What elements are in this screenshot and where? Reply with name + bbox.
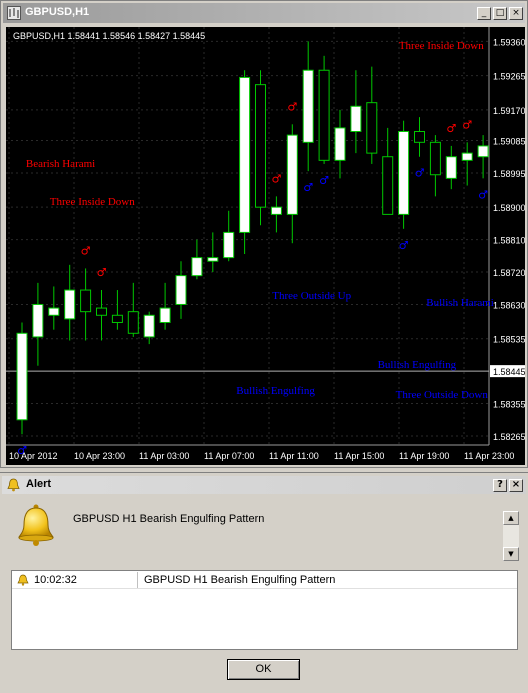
bull-candle: [64, 289, 76, 320]
minimize-button[interactable]: _: [477, 7, 491, 20]
current-price-label: 1.58445: [493, 367, 525, 377]
bell-icon: [18, 504, 54, 546]
bear-candle: [127, 311, 139, 334]
chart-window-title: GBPUSD,H1: [25, 6, 90, 18]
bullish-arrow-icon: ♂: [399, 239, 409, 252]
bull-candle: [302, 69, 314, 143]
chart-window: GBPUSD,H1 _ □ × 1.59360 1.59265 1.59170 1.5…: [0, 0, 528, 468]
restore-button[interactable]: □: [493, 7, 507, 20]
alert-title-bar[interactable]: Alert ? ×: [2, 476, 526, 494]
bull-candle: [207, 257, 219, 262]
bullish-pattern-label: Bullish Harami: [426, 297, 494, 309]
bull-candle: [334, 127, 346, 161]
price-tick-label: 1.58720: [493, 268, 525, 278]
scroll-track[interactable]: [503, 525, 519, 547]
scroll-down-button[interactable]: ▼: [503, 547, 519, 561]
bearish-arrow-icon: ♂: [446, 122, 456, 135]
time-tick-label: 11 Apr 11:00: [269, 451, 319, 461]
bull-candle: [159, 307, 171, 323]
bullish-pattern-label: Three Outside Down: [396, 389, 489, 401]
bullish-pattern-label: Bullish Engulfing: [378, 359, 457, 371]
bear-candle: [255, 84, 266, 208]
price-tick-label: 1.58995: [493, 169, 525, 179]
bearish-pattern-label: Three Inside Down: [399, 40, 484, 52]
bearish-arrow-icon: ♂: [287, 100, 297, 113]
log-message: GBPUSD H1 Bearish Engulfing Pattern: [144, 574, 336, 586]
bull-candle: [239, 76, 251, 233]
price-tick-label: 1.58355: [493, 400, 525, 410]
chart-window-icon: [7, 6, 21, 20]
ok-button[interactable]: OK: [227, 659, 300, 680]
bull-candle: [350, 105, 362, 133]
bull-candle: [461, 152, 473, 161]
time-tick-label: 11 Apr 03:00: [139, 451, 189, 461]
column-divider: [137, 572, 138, 588]
bearish-arrow-icon: ♂: [81, 244, 91, 257]
scroll-up-button[interactable]: ▲: [503, 511, 519, 525]
log-time: 10:02:32: [34, 574, 77, 586]
bullish-arrow-icon: ♂: [478, 188, 488, 201]
close-chart-button[interactable]: ×: [509, 7, 523, 20]
bull-candle: [16, 332, 28, 421]
bull-candle: [32, 303, 44, 338]
price-tick-label: 1.59170: [493, 106, 525, 116]
bear-candle: [80, 289, 92, 313]
bear-candle: [318, 69, 330, 161]
bull-candle: [286, 134, 298, 215]
bullish-arrow-icon: ♂: [415, 167, 425, 180]
time-tick-label: 11 Apr 19:00: [399, 451, 449, 461]
help-button[interactable]: ?: [493, 479, 507, 492]
bell-icon-small: [7, 478, 20, 492]
bear-candle: [111, 314, 123, 323]
bullish-arrow-icon: ♂: [303, 181, 313, 194]
time-tick-label: 11 Apr 15:00: [334, 451, 384, 461]
price-tick-label: 1.59085: [493, 137, 525, 147]
close-alert-button[interactable]: ×: [509, 479, 523, 492]
price-tick-label: 1.59265: [493, 72, 525, 82]
bull-candle: [398, 131, 410, 215]
bearish-pattern-label: Bearish Harami: [26, 158, 95, 170]
price-tick-label: 1.58535: [493, 335, 525, 345]
bullish-arrow-icon: ♂: [319, 174, 329, 187]
bear-candle: [366, 102, 378, 154]
bullish-pattern-label: Bullish Engulfing: [236, 385, 315, 397]
bull-candle: [143, 314, 155, 338]
time-tick-label: 10 Apr 23:00: [74, 451, 125, 461]
time-tick-label: 11 Apr 23:00: [464, 451, 514, 461]
bull-candle: [175, 275, 187, 305]
bull-candle: [445, 156, 457, 179]
alert-message: GBPUSD H1 Bearish Engulfing Pattern: [73, 513, 265, 525]
log-row[interactable]: 10:02:32 GBPUSD H1 Bearish Engulfing Pat…: [12, 572, 517, 589]
bull-candle: [223, 231, 235, 259]
bull-candle: [191, 257, 203, 277]
message-scrollbar[interactable]: ▲ ▼: [503, 511, 519, 561]
chart-title-bar[interactable]: GBPUSD,H1 _ □ ×: [3, 3, 525, 23]
bear-candle: [429, 141, 441, 176]
bullish-pattern-label: Three Outside Up: [272, 290, 351, 302]
price-tick-label: 1.59360: [493, 37, 525, 47]
time-tick-label: 11 Apr 07:00: [204, 451, 254, 461]
candlestick-chart[interactable]: 1.59360 1.59265 1.59170 1.59085 1.58995 1.589…: [6, 27, 525, 465]
bearish-pattern-label: Three Inside Down: [50, 196, 135, 208]
bear-candle: [96, 307, 107, 316]
bullish-arrow-icon: ♂: [17, 444, 27, 457]
price-tick-label: 1.58810: [493, 236, 525, 246]
bearish-arrow-icon: ♂: [97, 266, 107, 279]
price-tick-label: 1.58265: [493, 432, 525, 442]
bear-candle: [382, 156, 394, 215]
alert-title: Alert: [26, 478, 52, 490]
bull-candle: [270, 206, 282, 215]
alert-dialog: Alert ? × GBPUSD H1 Bearish Engulfing Pa…: [0, 472, 528, 693]
chart-header-ohlc: GBPUSD,H1 1.58441 1.58546 1.58427 1.5844…: [13, 31, 205, 41]
bull-candle: [48, 307, 60, 316]
price-chart[interactable]: 1.59360 1.59265 1.59170 1.59085 1.58995 1.589…: [6, 27, 525, 465]
alert-log-list[interactable]: 10:02:32 GBPUSD H1 Bearish Engulfing Pat…: [11, 570, 518, 650]
bearish-arrow-icon: ♂: [462, 118, 472, 131]
price-tick-label: 1.58900: [493, 203, 525, 213]
price-tick-label: 1.58630: [493, 300, 525, 310]
bear-candle: [414, 131, 425, 143]
bearish-arrow-icon: ♂: [271, 172, 281, 185]
bell-icon-row: [17, 574, 29, 586]
bull-candle: [477, 145, 489, 158]
